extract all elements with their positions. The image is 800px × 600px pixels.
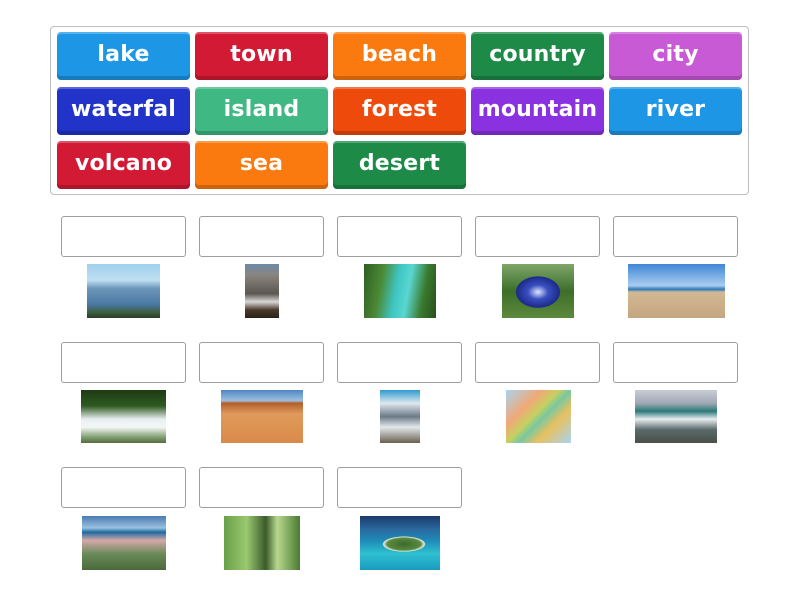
word-tile-city[interactable]: city (609, 32, 742, 80)
answer-slot[interactable] (613, 342, 738, 383)
word-tile-mountain[interactable]: mountain (471, 87, 604, 135)
answer-slot[interactable] (61, 216, 186, 257)
tropical-island-image (360, 516, 440, 570)
word-tile-beach[interactable]: beach (333, 32, 466, 80)
answer-slot[interactable] (337, 342, 462, 383)
word-tile-forest[interactable]: forest (333, 87, 466, 135)
word-tile-lake[interactable]: lake (57, 32, 190, 80)
europe-map-image (506, 390, 571, 443)
answer-slot[interactable] (199, 342, 324, 383)
desert-dunes-image (221, 390, 303, 443)
word-tile-desert[interactable]: desert (333, 141, 466, 189)
answer-slot[interactable] (199, 467, 324, 508)
word-tile-sea[interactable]: sea (195, 141, 328, 189)
crater-lake-image (502, 264, 574, 318)
answer-slot[interactable] (613, 216, 738, 257)
turquoise-river-image (364, 264, 436, 318)
answer-slot[interactable] (199, 216, 324, 257)
snowy-mountain-image (380, 390, 420, 443)
word-tile-island[interactable]: island (195, 87, 328, 135)
word-tile-river[interactable]: river (609, 87, 742, 135)
waterfall-image (81, 390, 166, 443)
answer-slot[interactable] (337, 216, 462, 257)
coastal-town-image (82, 516, 166, 570)
answer-slot[interactable] (337, 467, 462, 508)
answer-slot[interactable] (475, 216, 600, 257)
word-tile-town[interactable]: town (195, 32, 328, 80)
word-tile-waterfal[interactable]: waterfal (57, 87, 190, 135)
ocean-waves-image (635, 390, 717, 443)
answer-slot[interactable] (475, 342, 600, 383)
word-tile-country[interactable]: country (471, 32, 604, 80)
answer-slot[interactable] (61, 342, 186, 383)
green-forest-image (224, 516, 300, 570)
answer-slot[interactable] (61, 467, 186, 508)
sandy-beach-image (628, 264, 725, 318)
volcano-eruption-image (245, 264, 279, 318)
word-tile-volcano[interactable]: volcano (57, 141, 190, 189)
city-skyline-image (87, 264, 160, 318)
